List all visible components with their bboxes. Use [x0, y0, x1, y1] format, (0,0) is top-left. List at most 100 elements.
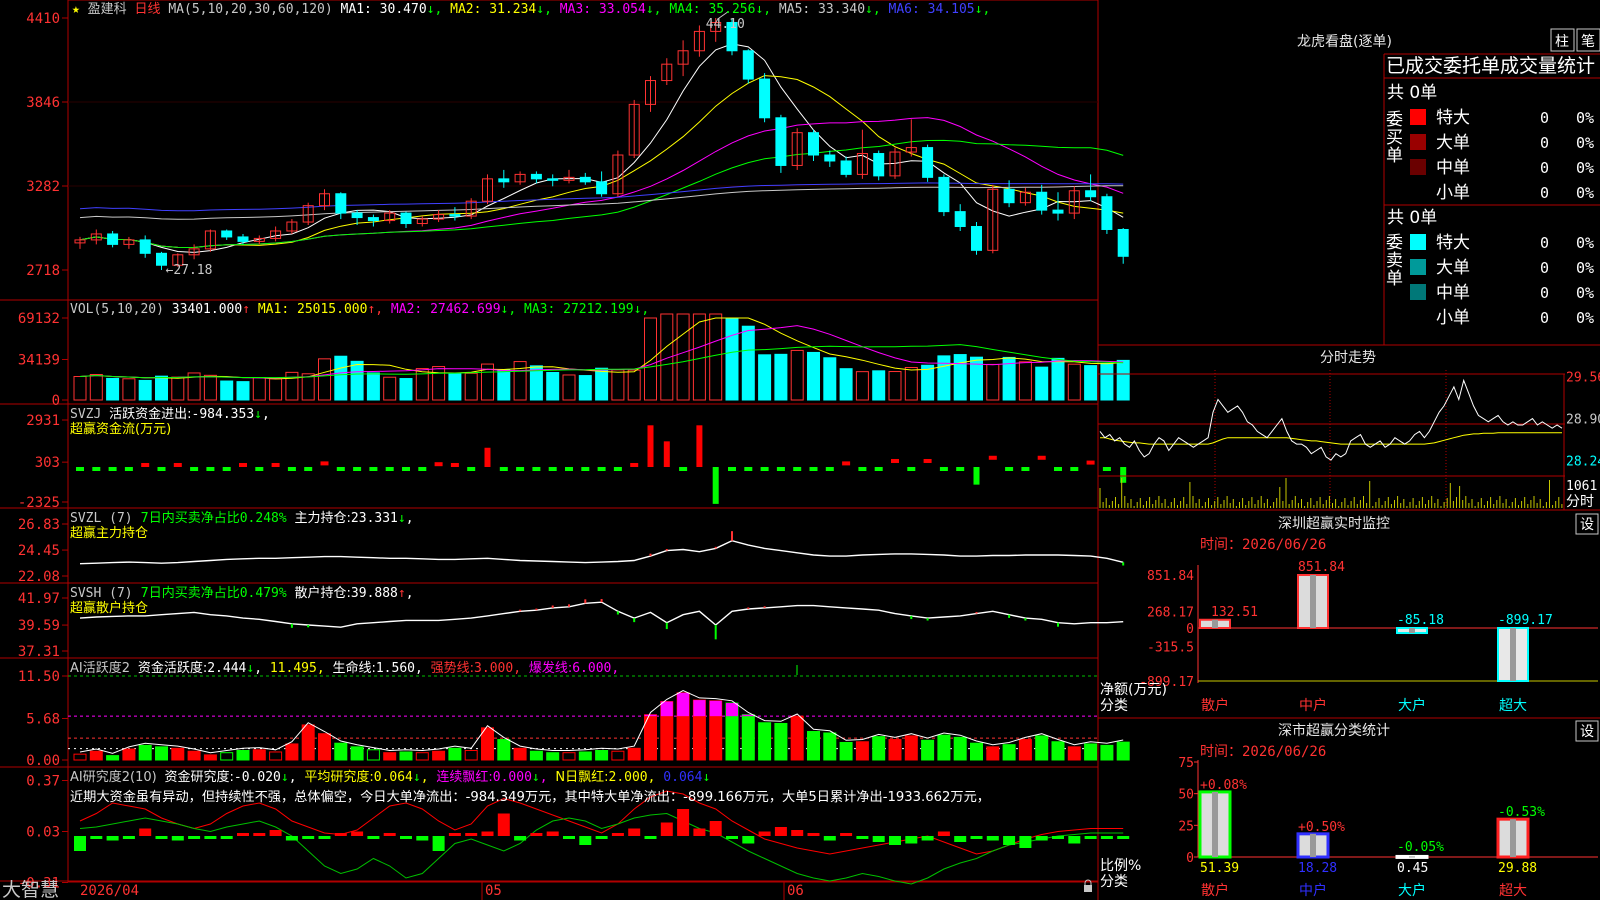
vol-bar — [578, 375, 592, 401]
vol-bar — [595, 367, 609, 401]
indicator-line — [79, 601, 1124, 628]
monitor-panel[interactable]: 深圳超赢实时监控 设 时间：2026/06/26 851.84 268.17 0 -3… — [1100, 513, 1599, 714]
svzj-panel[interactable]: 2931 303 -2325 — [18, 413, 1127, 511]
order-size-name: 小单 — [1436, 308, 1470, 328]
svzj-bar — [1102, 467, 1111, 471]
monitor-settings-button[interactable]: 设 — [1575, 513, 1599, 535]
research-bar — [611, 833, 624, 836]
vol-bar — [888, 371, 902, 401]
svzj-bar — [336, 467, 345, 471]
monitor-category: 超大 — [1499, 698, 1527, 714]
research-bar — [1100, 836, 1113, 839]
svzl-panel[interactable]: 26.83 24.45 22.08 — [18, 517, 1125, 585]
kline-grid — [68, 101, 1098, 187]
order-size-name: 中单 — [1436, 283, 1470, 303]
research-bar — [188, 836, 201, 839]
research-bar — [1003, 836, 1016, 845]
kline-high-label: 44.10 — [706, 17, 745, 32]
ai-research-y-axis: 0.370.03-0.31 — [18, 774, 68, 892]
activity-bar — [953, 736, 967, 761]
svzj-arrow: ↓ — [254, 407, 262, 422]
intraday-lines — [1099, 378, 1563, 461]
vol-bar — [774, 353, 788, 401]
monitor-bar-label: -85.18 — [1397, 613, 1444, 628]
star-icon: ★ — [72, 2, 80, 17]
activity-bar — [1067, 746, 1081, 761]
ma-item-value: 31.234 — [481, 2, 536, 17]
svzl-y-axis: 26.83 24.45 22.08 — [18, 517, 68, 585]
svzj-bar — [484, 447, 491, 467]
ma-item-label: MA2: — [442, 2, 481, 17]
ai-active-v2: 11.495 — [270, 661, 317, 676]
period-label[interactable]: 日线 — [135, 2, 161, 17]
order-size-name: 小单 — [1436, 183, 1470, 203]
order-pct: 0% — [1576, 309, 1594, 327]
svzl-header: SVZL (7) 7日内买卖净占比0.248% 主力持仓:23.331↓, — [70, 510, 414, 526]
classify-settings-button[interactable]: 设 — [1575, 720, 1599, 742]
svzj-bar — [939, 467, 948, 471]
classify-value-label: 0.45 — [1397, 861, 1428, 876]
burst-line-value: 6.000 — [572, 661, 611, 676]
intraday-grid — [1098, 370, 1565, 510]
activity-bar — [1002, 744, 1016, 761]
intraday-vol-tick: 1061 — [1566, 479, 1597, 494]
classify-panel[interactable]: 深市超赢分类统计 设 时间：2026/06/26 75 50 25 0 +0.08% 51… — [1100, 720, 1599, 899]
avg-research-label: 平均研究度: — [304, 769, 373, 785]
activity-bar — [1051, 741, 1065, 761]
svzj-bar — [320, 461, 329, 466]
kline-panel[interactable]: 44.10 ←27.18 4410 3846 3282 2718 — [26, 11, 1129, 279]
vol-bar — [513, 361, 527, 401]
svzj-y-axis: 2931 303 -2325 — [18, 413, 68, 511]
research-bar — [106, 836, 119, 841]
activity-bar — [448, 747, 462, 761]
order-pct: 0% — [1576, 234, 1594, 252]
ai-active-panel[interactable]: 11.50 5.68 0.00 — [18, 665, 1130, 769]
monitor-y-tick: 851.84 — [1147, 569, 1194, 584]
svzj-bar — [141, 463, 150, 467]
lock-icon[interactable] — [1084, 885, 1092, 892]
research-bar — [905, 836, 918, 844]
activity-bar — [529, 750, 543, 761]
tick-mode-button[interactable]: 笔 — [1576, 28, 1600, 52]
svzl-param: (7) — [109, 511, 132, 526]
intraday-price-tick: 29.56 — [1566, 371, 1600, 386]
order-pct: 0% — [1576, 159, 1594, 177]
svsh-arrow: ↑ — [398, 586, 406, 601]
order-count: 0 — [1540, 184, 1549, 202]
candle-body — [547, 178, 559, 181]
activity-bar — [970, 742, 983, 761]
ai-active-value: 2.444 — [207, 661, 246, 676]
research-bar — [334, 833, 347, 836]
vol-bar — [497, 369, 511, 401]
vol-bar — [1035, 366, 1049, 401]
ma-item-arrow: ↓, — [865, 2, 881, 17]
y-tick-label: 2718 — [26, 263, 60, 279]
side-label-char: 委 — [1386, 233, 1403, 253]
svzj-bar — [793, 467, 802, 471]
svzj-bar — [1070, 467, 1079, 471]
intraday-panel[interactable]: 分时走势 29.56 28.90 28.24 1061 分时 — [1098, 350, 1600, 510]
order-size-swatch — [1410, 259, 1426, 275]
kline-candles[interactable] — [74, 18, 1129, 270]
svsh-line — [79, 599, 1124, 640]
bar-mode-button[interactable]: 柱 — [1550, 28, 1575, 52]
svzj-bar — [157, 467, 166, 471]
svzj-bar — [418, 467, 427, 471]
lhb-tabs[interactable]: 已成交委托单成交量统计 — [1386, 55, 1595, 77]
ma-item-value: 33.340 — [810, 2, 865, 17]
activity-bar — [155, 746, 168, 761]
svsh-header: SVSH (7) 7日内买卖净占比0.479% 散户持仓:39.888↑, — [70, 585, 414, 601]
svzl-ratio: 0.248% — [240, 511, 287, 526]
vol-bar — [953, 354, 967, 401]
svzl-hold: 23.331 — [351, 511, 398, 526]
svzj-bar — [663, 441, 670, 467]
svsh-panel[interactable]: 41.97 39.59 37.31 — [18, 591, 1124, 660]
vol-panel[interactable]: 69132 34139 0 — [18, 311, 1130, 409]
ma-item-value: 27462.699 — [422, 302, 500, 317]
vol-bar — [464, 372, 478, 401]
svzj-title: SVZJ — [70, 407, 101, 422]
vol-bar — [318, 358, 331, 401]
vol-bar — [790, 349, 804, 401]
vol-bar — [676, 313, 690, 401]
svsh-ratio-label: 7日内买卖净占比 — [140, 585, 239, 601]
